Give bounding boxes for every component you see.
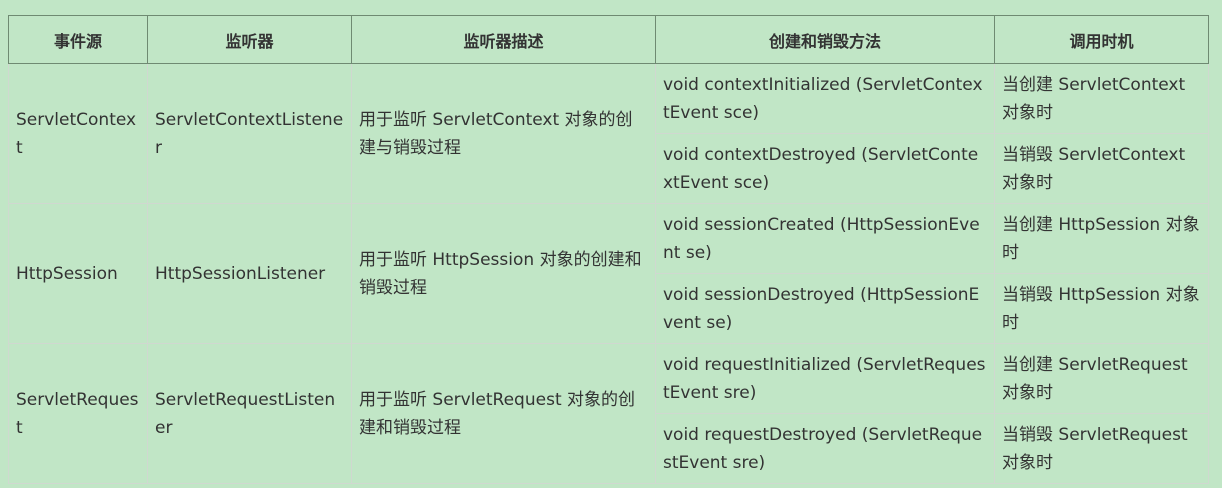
header-listener: 监听器: [147, 15, 352, 64]
method-cell: void sessionDestroyed (HttpSessionEvent …: [655, 273, 995, 344]
method-cell: void contextInitialized (ServletContextE…: [655, 63, 995, 134]
timing-cell: 当销毁 ServletContext 对象时: [994, 133, 1209, 204]
listener-description: 用于监听 HttpSession 对象的创建和销毁过程: [351, 203, 656, 344]
table-row: ServletRequest ServletRequestListener 用于…: [8, 343, 1209, 484]
table-header: 事件源 监听器 监听器描述 创建和销毁方法 调用时机: [8, 15, 1209, 64]
listener-name: ServletContextListener: [147, 63, 352, 204]
timing-cell: 当销毁 ServletRequest 对象时: [994, 413, 1209, 484]
timing-cell: 当创建 ServletRequest 对象时: [994, 343, 1209, 414]
timing-cell: 当销毁 HttpSession 对象时: [994, 273, 1209, 344]
event-source: HttpSession: [8, 203, 148, 344]
method-cell: void requestDestroyed (ServletRequestEve…: [655, 413, 995, 484]
listener-name: ServletRequestListener: [147, 343, 352, 484]
table-row: HttpSession HttpSessionListener 用于监听 Htt…: [8, 203, 1209, 344]
header-description: 监听器描述: [351, 15, 656, 64]
method-cell: void sessionCreated (HttpSessionEvent se…: [655, 203, 995, 274]
method-cell: void contextDestroyed (ServletContextEve…: [655, 133, 995, 204]
event-source: ServletContext: [8, 63, 148, 204]
method-cell: void requestInitialized (ServletRequestE…: [655, 343, 995, 414]
header-source: 事件源: [8, 15, 148, 64]
listener-description: 用于监听 ServletContext 对象的创建与销毁过程: [351, 63, 656, 204]
listener-name: HttpSessionListener: [147, 203, 352, 344]
table-row: ServletContext ServletContextListener 用于…: [8, 63, 1209, 204]
timing-cell: 当创建 ServletContext 对象时: [994, 63, 1209, 134]
listener-description: 用于监听 ServletRequest 对象的创建和销毁过程: [351, 343, 656, 484]
event-source: ServletRequest: [8, 343, 148, 484]
listener-table: 事件源 监听器 监听器描述 创建和销毁方法 调用时机 ServletContex…: [8, 15, 1209, 484]
header-methods: 创建和销毁方法: [655, 15, 995, 64]
header-timing: 调用时机: [994, 15, 1209, 64]
timing-cell: 当创建 HttpSession 对象时: [994, 203, 1209, 274]
